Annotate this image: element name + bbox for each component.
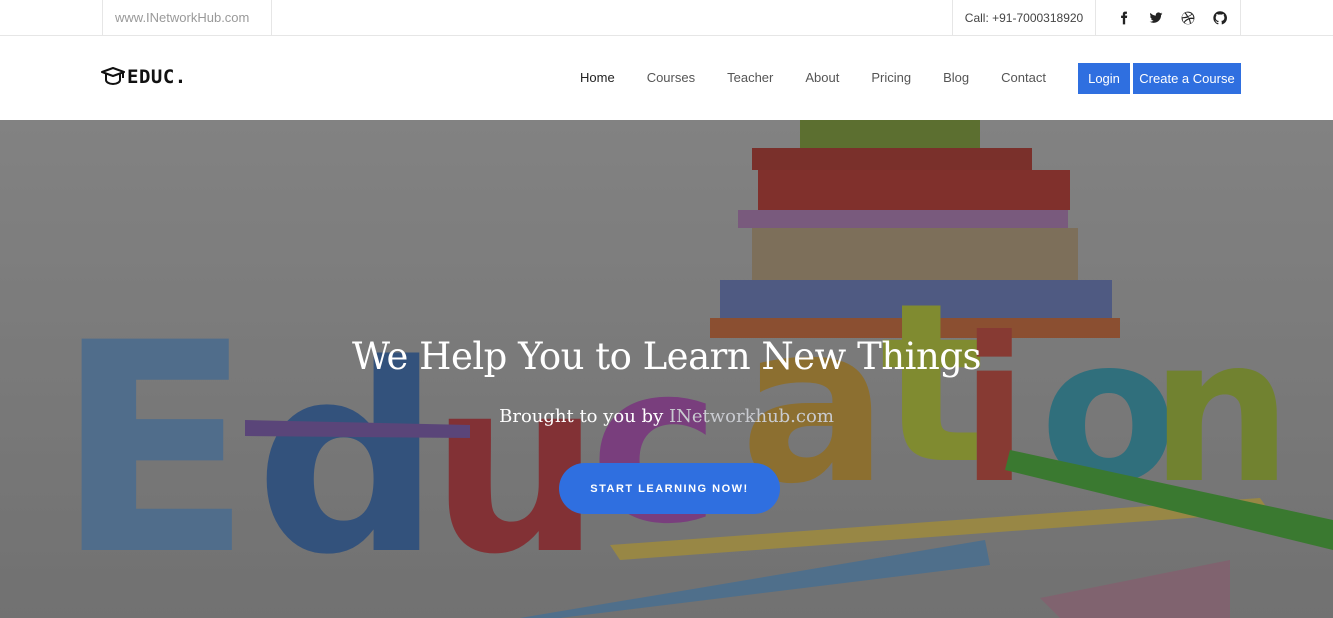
graduation-cap-icon: [101, 67, 125, 86]
website-link[interactable]: www.INetworkHub.com: [102, 0, 272, 36]
github-icon[interactable]: [1212, 10, 1228, 26]
hero-subtitle-prefix: Brought to you by: [499, 406, 669, 427]
login-button[interactable]: Login: [1078, 63, 1130, 94]
nav-item-blog[interactable]: Blog: [943, 63, 969, 93]
logo-text: EDUC.: [127, 66, 187, 88]
hero-subtitle: Brought to you by INetworkhub.com: [0, 406, 1333, 427]
top-bar: www.INetworkHub.com Call: +91-7000318920: [0, 0, 1333, 36]
nav-item-pricing[interactable]: Pricing: [871, 63, 911, 93]
nav-menu: Home Courses Teacher About Pricing Blog …: [580, 63, 1078, 93]
nav-item-teacher[interactable]: Teacher: [727, 63, 773, 93]
site-logo[interactable]: EDUC.: [101, 66, 187, 88]
hero-banner: E d u c a t i o n We Help You to Learn N…: [0, 120, 1333, 618]
nav-item-about[interactable]: About: [805, 63, 839, 93]
social-links: [1106, 0, 1241, 36]
phone-number: Call: +91-7000318920: [952, 0, 1096, 36]
main-navbar: EDUC. Home Courses Teacher About Pricing…: [0, 36, 1333, 120]
start-learning-button[interactable]: START LEARNING NOW!: [559, 463, 780, 514]
nav-item-contact[interactable]: Contact: [1001, 63, 1046, 93]
hero-title: We Help You to Learn New Things: [352, 335, 981, 378]
hero-subtitle-brand[interactable]: INetworkhub.com: [669, 406, 834, 427]
create-course-button[interactable]: Create a Course: [1133, 63, 1241, 94]
twitter-icon[interactable]: [1148, 10, 1164, 26]
facebook-icon[interactable]: [1116, 10, 1132, 26]
dribbble-icon[interactable]: [1180, 10, 1196, 26]
nav-item-home[interactable]: Home: [580, 63, 615, 93]
nav-item-courses[interactable]: Courses: [647, 63, 695, 93]
